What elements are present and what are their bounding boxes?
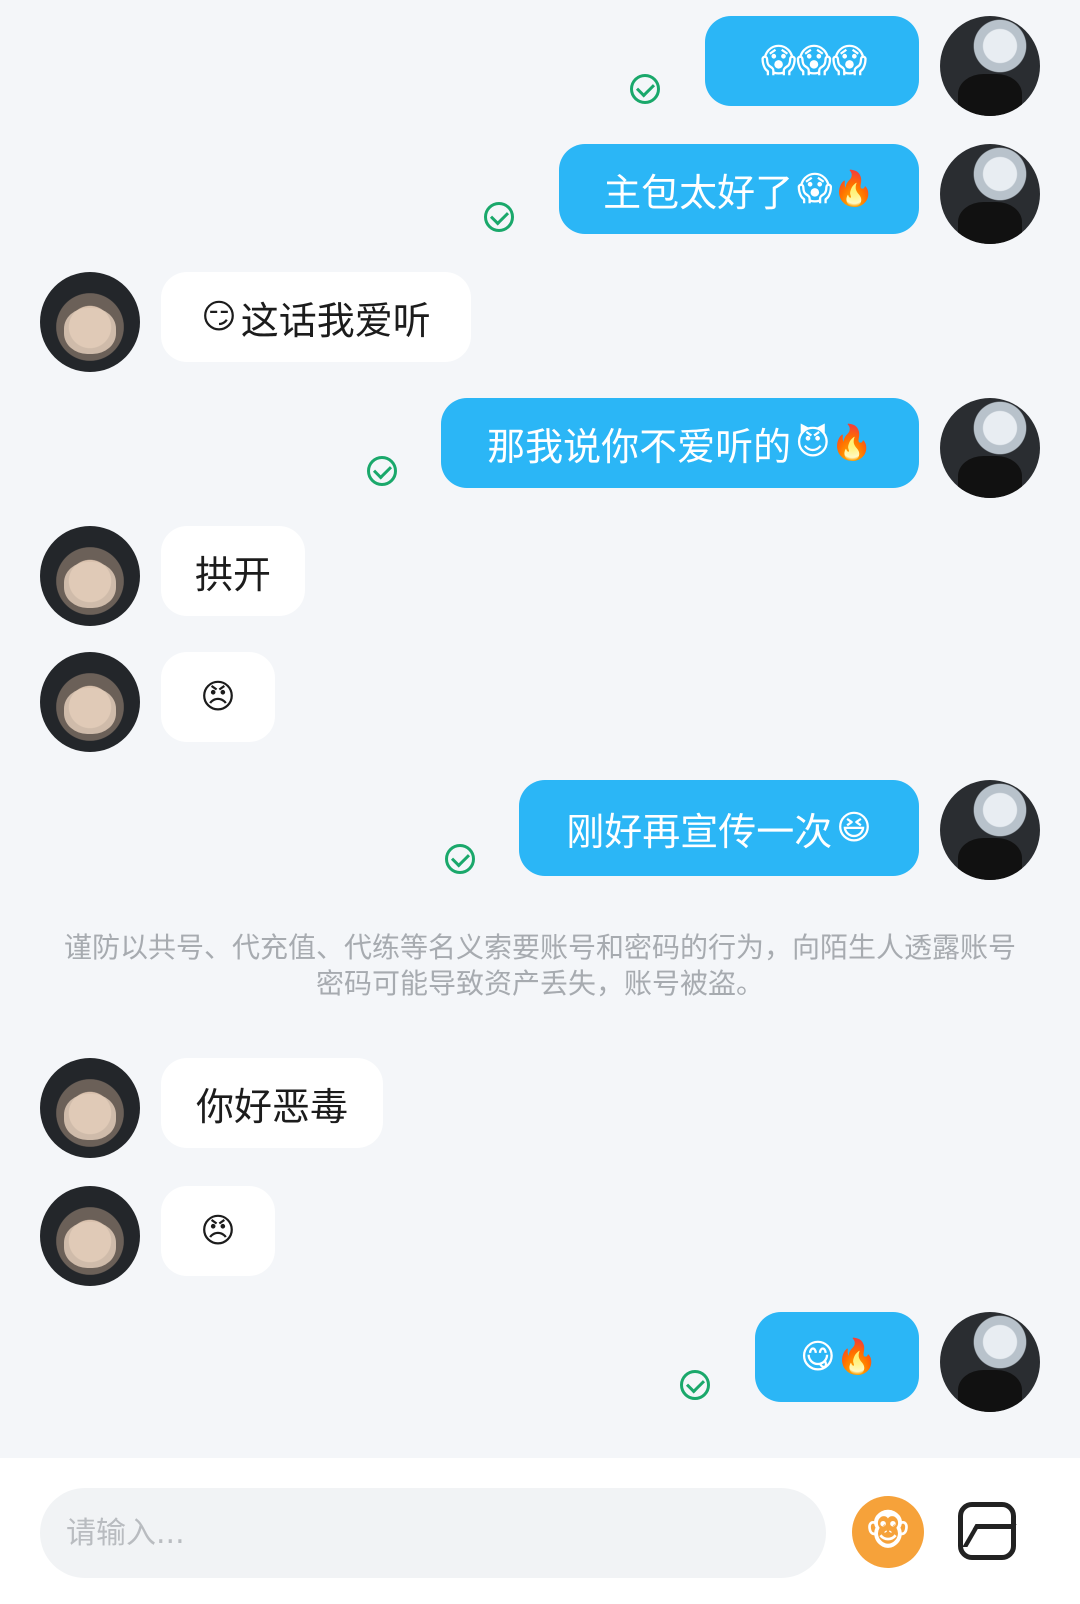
message-bubble-outgoing[interactable]: 😱😱😱: [705, 16, 919, 106]
security-notice: 谨防以共号、代充值、代练等名义索要账号和密码的行为，向陌生人透露账号密码可能导致…: [63, 931, 1016, 1000]
message-text: 你好恶毒: [195, 1084, 348, 1129]
message-row-outgoing: 主包太好了 😱🔥: [0, 144, 1080, 244]
peer-avatar[interactable]: [40, 272, 140, 372]
my-avatar[interactable]: [940, 780, 1040, 880]
message-emoji: 😠: [200, 1211, 236, 1251]
message-row-incoming: 😠: [0, 652, 1080, 752]
monkey-emoji-icon[interactable]: 🐵: [852, 1496, 924, 1568]
message-emoji: 😱😱😱: [760, 41, 868, 81]
sent-check-icon: [367, 456, 397, 486]
message-row-outgoing: 刚好再宣传一次 😆: [0, 780, 1080, 880]
message-row-incoming: 😏 这话我爱听: [0, 272, 1080, 372]
message-row-outgoing: 😱😱😱: [0, 16, 1080, 116]
message-text: 刚好再宣传一次: [566, 809, 833, 854]
message-row-incoming: 你好恶毒: [0, 1058, 1080, 1158]
my-avatar[interactable]: [940, 144, 1040, 244]
message-emoji: 😋🔥: [800, 1337, 878, 1377]
message-bubble-incoming[interactable]: 😠: [161, 652, 275, 742]
message-row-outgoing: 那我说你不爱听的 😈🔥: [0, 398, 1080, 498]
message-text: 拱开: [195, 552, 272, 597]
my-avatar[interactable]: [940, 1312, 1040, 1412]
message-bubble-incoming[interactable]: 拱开: [161, 526, 305, 616]
message-emoji: 😈🔥: [795, 423, 873, 463]
message-row-incoming: 😠: [0, 1186, 1080, 1286]
message-emoji: 😱🔥: [797, 169, 875, 209]
message-bubble-outgoing[interactable]: 😋🔥: [755, 1312, 919, 1402]
message-row-outgoing: 😋🔥: [0, 1312, 1080, 1412]
message-bubble-outgoing[interactable]: 刚好再宣传一次 😆: [519, 780, 919, 876]
message-text: 主包太好了: [603, 170, 794, 215]
message-bubble-outgoing[interactable]: 主包太好了 😱🔥: [559, 144, 919, 234]
peer-avatar[interactable]: [40, 1058, 140, 1158]
message-bubble-incoming[interactable]: 😏 这话我爱听: [161, 272, 471, 362]
sent-check-icon: [484, 202, 514, 232]
peer-avatar[interactable]: [40, 526, 140, 626]
message-emoji: 😠: [200, 677, 236, 717]
sent-check-icon: [630, 74, 660, 104]
message-emoji: 😆: [836, 808, 872, 848]
message-composer: 🐵: [0, 1458, 1080, 1604]
peer-avatar[interactable]: [40, 652, 140, 752]
my-avatar[interactable]: [940, 16, 1040, 116]
sent-check-icon: [680, 1370, 710, 1400]
message-emoji: 😏: [201, 297, 237, 337]
image-icon[interactable]: [958, 1502, 1016, 1560]
message-text: 那我说你不爱听的: [487, 424, 792, 469]
message-bubble-incoming[interactable]: 😠: [161, 1186, 275, 1276]
message-bubble-outgoing[interactable]: 那我说你不爱听的 😈🔥: [441, 398, 919, 488]
peer-avatar[interactable]: [40, 1186, 140, 1286]
my-avatar[interactable]: [940, 398, 1040, 498]
message-row-incoming: 拱开: [0, 526, 1080, 626]
message-input[interactable]: [40, 1488, 826, 1578]
message-text: 这话我爱听: [240, 298, 431, 343]
chat-area[interactable]: 😱😱😱 主包太好了 😱🔥 😏 这话我爱听 那我说你不爱听的 😈🔥 拱开 😠 刚好…: [0, 0, 1080, 1458]
message-bubble-incoming[interactable]: 你好恶毒: [161, 1058, 383, 1148]
sent-check-icon: [445, 844, 475, 874]
